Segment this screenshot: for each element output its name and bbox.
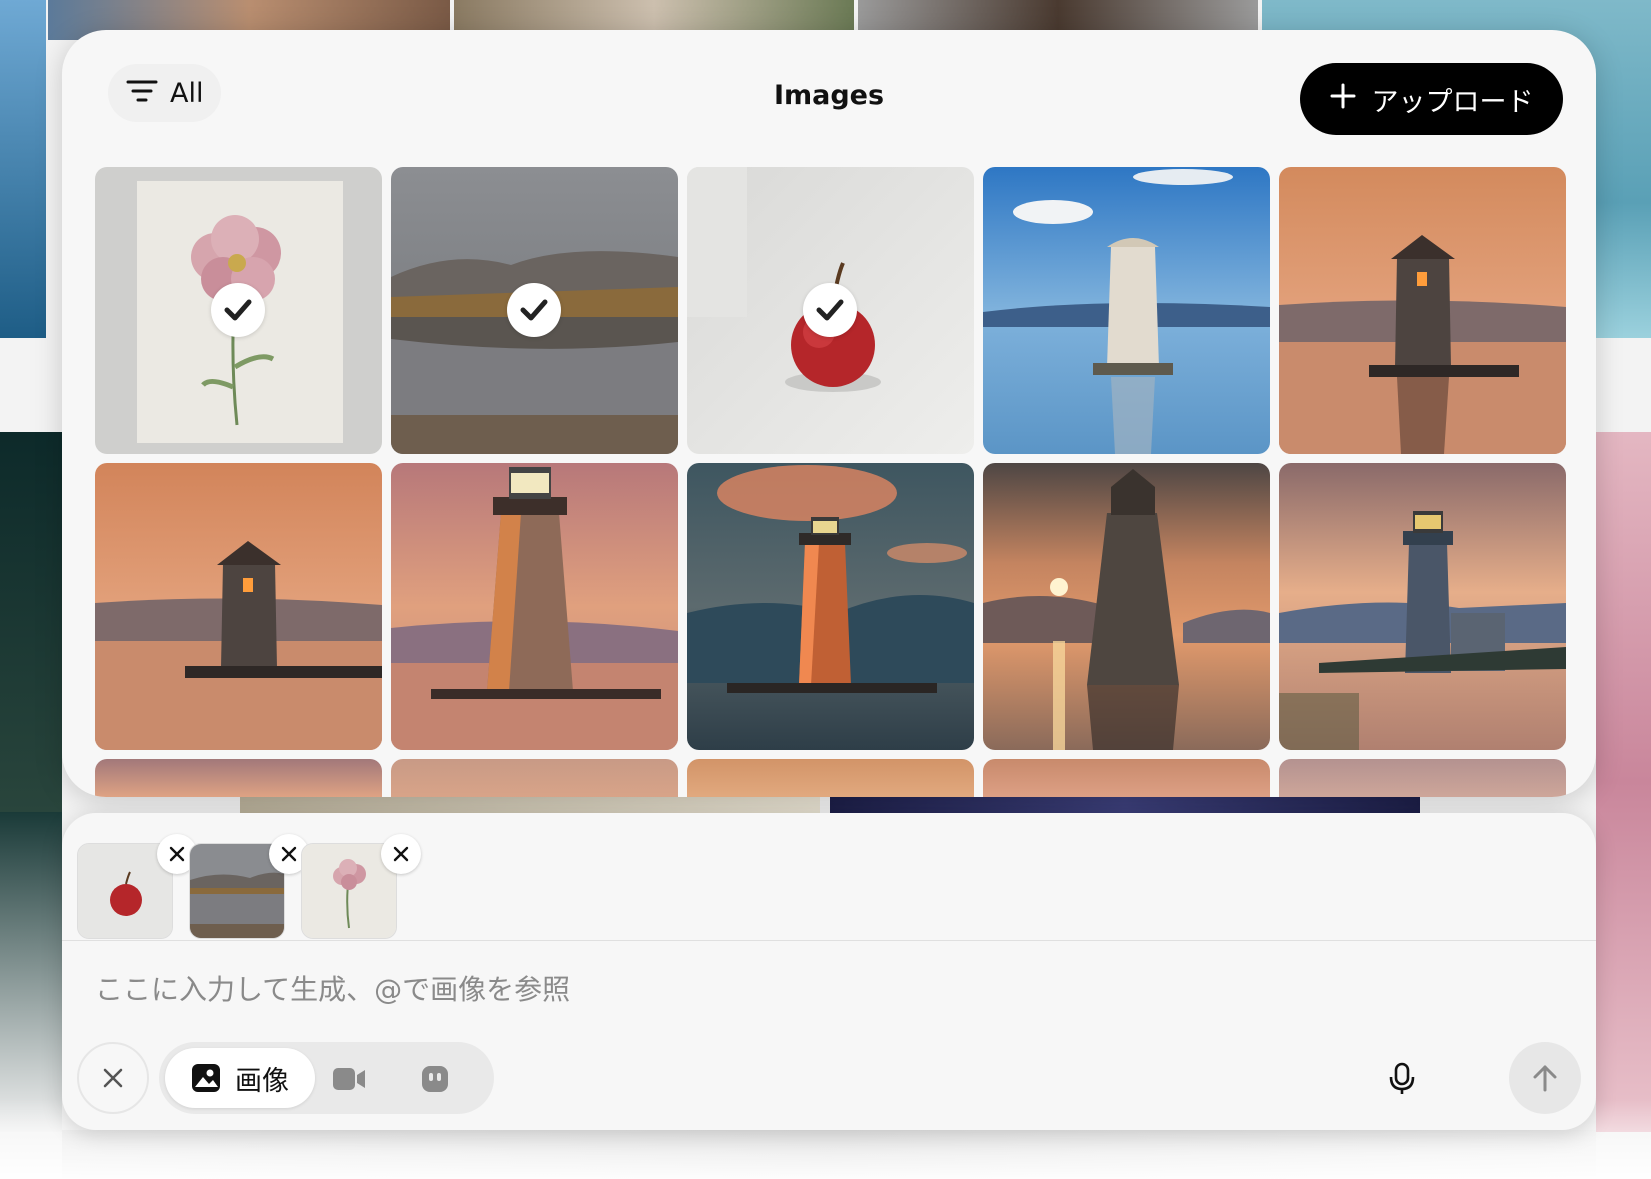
close-icon [169,846,185,862]
check-icon [803,283,857,337]
image-thumbnail-lighthouse-sunset[interactable] [391,463,678,750]
check-icon [507,283,561,337]
image-thumbnail-partial[interactable] [687,759,974,797]
plus-icon [1330,83,1356,116]
image-thumbnail-tower-sunset[interactable] [1279,167,1566,454]
image-thumbnail-partial[interactable] [391,759,678,797]
image-thumbnail-lighthouse-setting-sun[interactable] [983,463,1270,750]
mode-image-button[interactable]: 画像 [165,1048,315,1108]
close-icon [103,1068,123,1088]
generation-mode-switcher: 画像 [159,1042,494,1114]
close-icon [393,846,409,862]
check-icon [211,283,265,337]
image-thumbnail-partial[interactable] [95,759,382,797]
prompt-input[interactable] [95,973,1395,1006]
remove-attachment-button[interactable] [381,834,421,874]
image-gallery-panel: All Images アップロード [62,30,1596,797]
image-thumbnail-tower-sunset-2[interactable] [95,463,382,750]
mode-image-label: 画像 [235,1065,289,1097]
image-thumbnail-lake[interactable] [391,167,678,454]
image-icon [192,1064,220,1092]
send-button[interactable] [1509,1042,1581,1114]
mode-video-button[interactable] [326,1056,372,1102]
composer-divider [62,940,1596,941]
image-thumbnail-lighthouse-blue[interactable] [983,167,1270,454]
image-thumbnail-apple[interactable] [687,167,974,454]
character-icon [422,1066,448,1092]
image-thumbnail-lighthouse-dusk[interactable] [687,463,974,750]
prompt-composer: 画像 [62,813,1596,1130]
image-thumbnail-flower[interactable] [95,167,382,454]
mic-icon [1389,1062,1415,1094]
upload-label: アップロード [1371,86,1534,118]
image-thumbnail-lighthouse-island[interactable] [1279,463,1566,750]
voice-input-button[interactable] [1379,1056,1425,1102]
image-thumbnail-partial[interactable] [1279,759,1566,797]
mode-character-button[interactable] [412,1056,458,1102]
video-icon [333,1068,365,1090]
clear-button[interactable] [77,1042,149,1114]
close-icon [281,846,297,862]
arrow-up-icon [1533,1065,1557,1092]
upload-button[interactable]: アップロード [1300,63,1563,135]
image-thumbnail-partial[interactable] [983,759,1270,797]
